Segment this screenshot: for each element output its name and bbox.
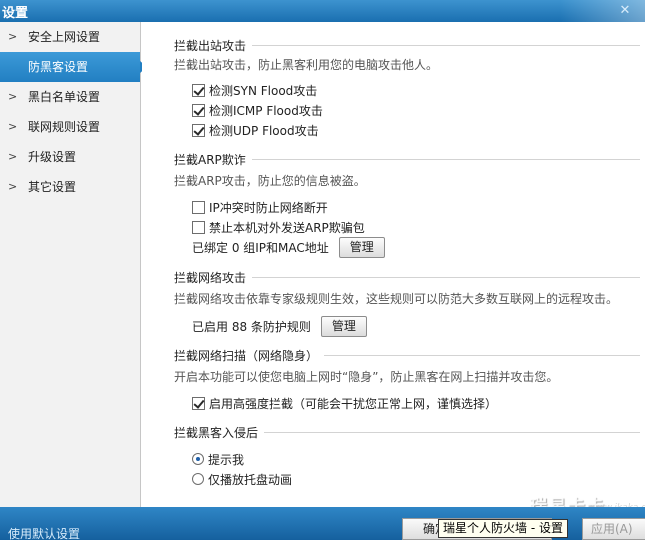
section-header-network-scan: 拦截网络扫描（网络隐身） <box>174 346 640 364</box>
sidebar-item-label: 其它设置 <box>28 180 77 194</box>
checkbox-high-intensity[interactable]: 启用高强度拦截（可能会干扰您正常上网，谨慎选择） <box>192 394 497 412</box>
section-header-outbound: 拦截出站攻击 <box>174 36 640 54</box>
use-defaults-link[interactable]: 使用默认设置 <box>8 525 80 540</box>
checkbox-udp-flood[interactable]: 检测UDP Flood攻击 <box>192 121 319 139</box>
chevron-right-icon: > <box>8 150 18 163</box>
sidebar-item-label: 黑白名单设置 <box>28 90 101 104</box>
chevron-right-icon: > <box>8 30 18 43</box>
sidebar-item-anti-hacker[interactable]: 防黑客设置 <box>0 52 147 82</box>
checkbox-icmp-flood[interactable]: 检测ICMP Flood攻击 <box>192 101 323 119</box>
sidebar-item-label: 升级设置 <box>28 150 77 164</box>
radio-tray-animation[interactable]: 仅播放托盘动画 <box>192 470 292 488</box>
checkbox-box[interactable] <box>192 220 205 234</box>
radio-notify-me[interactable]: 提示我 <box>192 450 244 468</box>
checkbox-box[interactable] <box>192 396 205 410</box>
sidebar: > 安全上网设置 防黑客设置 > 黑白名单设置 > 联网规则设置 > 升级设置 … <box>0 22 147 507</box>
sidebar-item-network-rules[interactable]: > 联网规则设置 <box>0 112 140 142</box>
checkbox-block-arp-spoof[interactable]: 禁止本机对外发送ARP欺骗包 <box>192 218 365 236</box>
section-header-intrusion: 拦截黑客入侵后 <box>174 423 640 441</box>
sidebar-item-black-white-list[interactable]: > 黑白名单设置 <box>0 82 140 112</box>
checkbox-box[interactable] <box>192 103 205 117</box>
arp-binding-row: 已绑定 0 组IP和MAC地址 管理 <box>192 236 385 258</box>
chevron-right-icon: > <box>8 180 18 193</box>
sidebar-item-label: 安全上网设置 <box>28 30 101 44</box>
radio-dot[interactable] <box>192 453 204 465</box>
rules-row: 已启用 88 条防护规则 管理 <box>192 315 367 337</box>
apply-button[interactable]: 应用(A) <box>582 518 645 540</box>
tooltip: 瑞星个人防火墙 - 设置 <box>438 519 568 538</box>
chevron-right-icon: > <box>8 120 18 133</box>
section-desc-network-scan: 开启本功能可以使您电脑上网时“隐身”，防止黑客在网上扫描并攻击您。 <box>174 370 559 384</box>
rules-manage-button[interactable]: 管理 <box>320 315 367 337</box>
section-header-arp: 拦截ARP欺诈 <box>174 150 640 168</box>
arp-binding-text: 已绑定 0 组IP和MAC地址 <box>192 240 329 255</box>
radio-dot[interactable] <box>192 473 204 485</box>
section-header-network-attack: 拦截网络攻击 <box>174 268 640 286</box>
checkbox-syn-flood[interactable]: 检测SYN Flood攻击 <box>192 81 317 99</box>
sidebar-item-label: 防黑客设置 <box>28 60 89 74</box>
section-desc-outbound: 拦截出站攻击，防止黑客利用您的电脑攻击他人。 <box>174 58 439 72</box>
arp-manage-button[interactable]: 管理 <box>338 236 385 258</box>
checkbox-box[interactable] <box>192 83 205 97</box>
checkbox-ip-conflict[interactable]: IP冲突时防止网络断开 <box>192 198 328 216</box>
sidebar-item-upgrade[interactable]: > 升级设置 <box>0 142 140 172</box>
rules-count-text: 已启用 88 条防护规则 <box>192 319 311 334</box>
window-title: 设置 <box>2 6 29 21</box>
checkbox-box[interactable] <box>192 200 205 214</box>
close-icon[interactable]: ✕ <box>617 3 633 18</box>
sidebar-item-safe-browsing[interactable]: > 安全上网设置 <box>0 22 140 52</box>
sidebar-item-other[interactable]: > 其它设置 <box>0 172 140 202</box>
settings-panel: 拦截出站攻击 拦截出站攻击，防止黑客利用您的电脑攻击他人。 检测SYN Floo… <box>142 22 645 507</box>
section-desc-arp: 拦截ARP攻击，防止您的信息被盗。 <box>174 174 366 188</box>
section-desc-network-attack: 拦截网络攻击依靠专家级规则生效，这些规则可以防范大多数互联网上的远程攻击。 <box>174 292 619 306</box>
title-bar: 设置 ✕ <box>0 0 645 22</box>
chevron-right-icon: > <box>8 90 18 103</box>
checkbox-box[interactable] <box>192 123 205 137</box>
sidebar-item-label: 联网规则设置 <box>28 120 101 134</box>
